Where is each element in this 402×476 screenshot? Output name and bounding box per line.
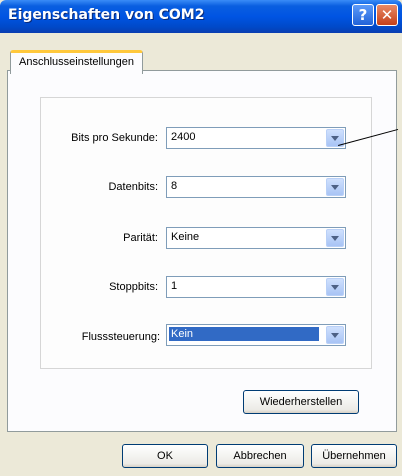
parity-select[interactable]: Keine <box>166 227 346 249</box>
window-title: Eigenschaften von COM2 <box>8 7 205 23</box>
help-button[interactable]: ? <box>352 4 374 26</box>
parity-value: Keine <box>171 231 200 243</box>
baud-rate-label: Bits pro Sekunde: <box>71 132 158 144</box>
dropdown-button[interactable] <box>326 326 344 344</box>
stop-bits-select[interactable]: 1 <box>166 276 346 298</box>
data-bits-value: 8 <box>171 180 178 192</box>
apply-button[interactable]: Übernehmen <box>311 444 397 468</box>
stop-bits-label: Stoppbits: <box>109 281 158 293</box>
stop-bits-value: 1 <box>171 280 178 292</box>
flow-control-label: Flusssteuerung: <box>81 331 160 343</box>
dropdown-button[interactable] <box>326 278 344 296</box>
close-icon: ✕ <box>380 6 394 24</box>
properties-dialog: Eigenschaften von COM2 ? ✕ Anschlusseins… <box>0 0 402 476</box>
chevron-down-icon <box>331 285 339 290</box>
baud-rate-select[interactable]: 2400 <box>166 127 346 149</box>
chevron-down-icon <box>331 236 339 241</box>
ok-button[interactable]: OK <box>122 444 208 468</box>
parity-label: Parität: <box>123 232 158 244</box>
data-bits-label: Datenbits: <box>108 181 158 193</box>
cancel-button[interactable]: Abbrechen <box>216 444 304 468</box>
dropdown-button[interactable] <box>326 178 344 196</box>
title-bar[interactable]: Eigenschaften von COM2 ? ✕ <box>0 0 402 33</box>
chevron-down-icon <box>331 333 339 338</box>
chevron-down-icon <box>331 185 339 190</box>
chevron-down-icon <box>331 136 339 141</box>
tab-anschlusseinstellungen[interactable]: Anschlusseinstellungen <box>10 50 143 74</box>
close-button[interactable]: ✕ <box>376 4 398 26</box>
baud-rate-value: 2400 <box>171 131 196 143</box>
flow-control-value: Kein <box>169 327 319 341</box>
dropdown-button[interactable] <box>326 229 344 247</box>
restore-defaults-button[interactable]: Wiederherstellen <box>243 390 359 414</box>
flow-control-select[interactable]: Kein <box>166 324 346 346</box>
data-bits-select[interactable]: 8 <box>166 176 346 198</box>
help-icon: ? <box>358 6 368 24</box>
